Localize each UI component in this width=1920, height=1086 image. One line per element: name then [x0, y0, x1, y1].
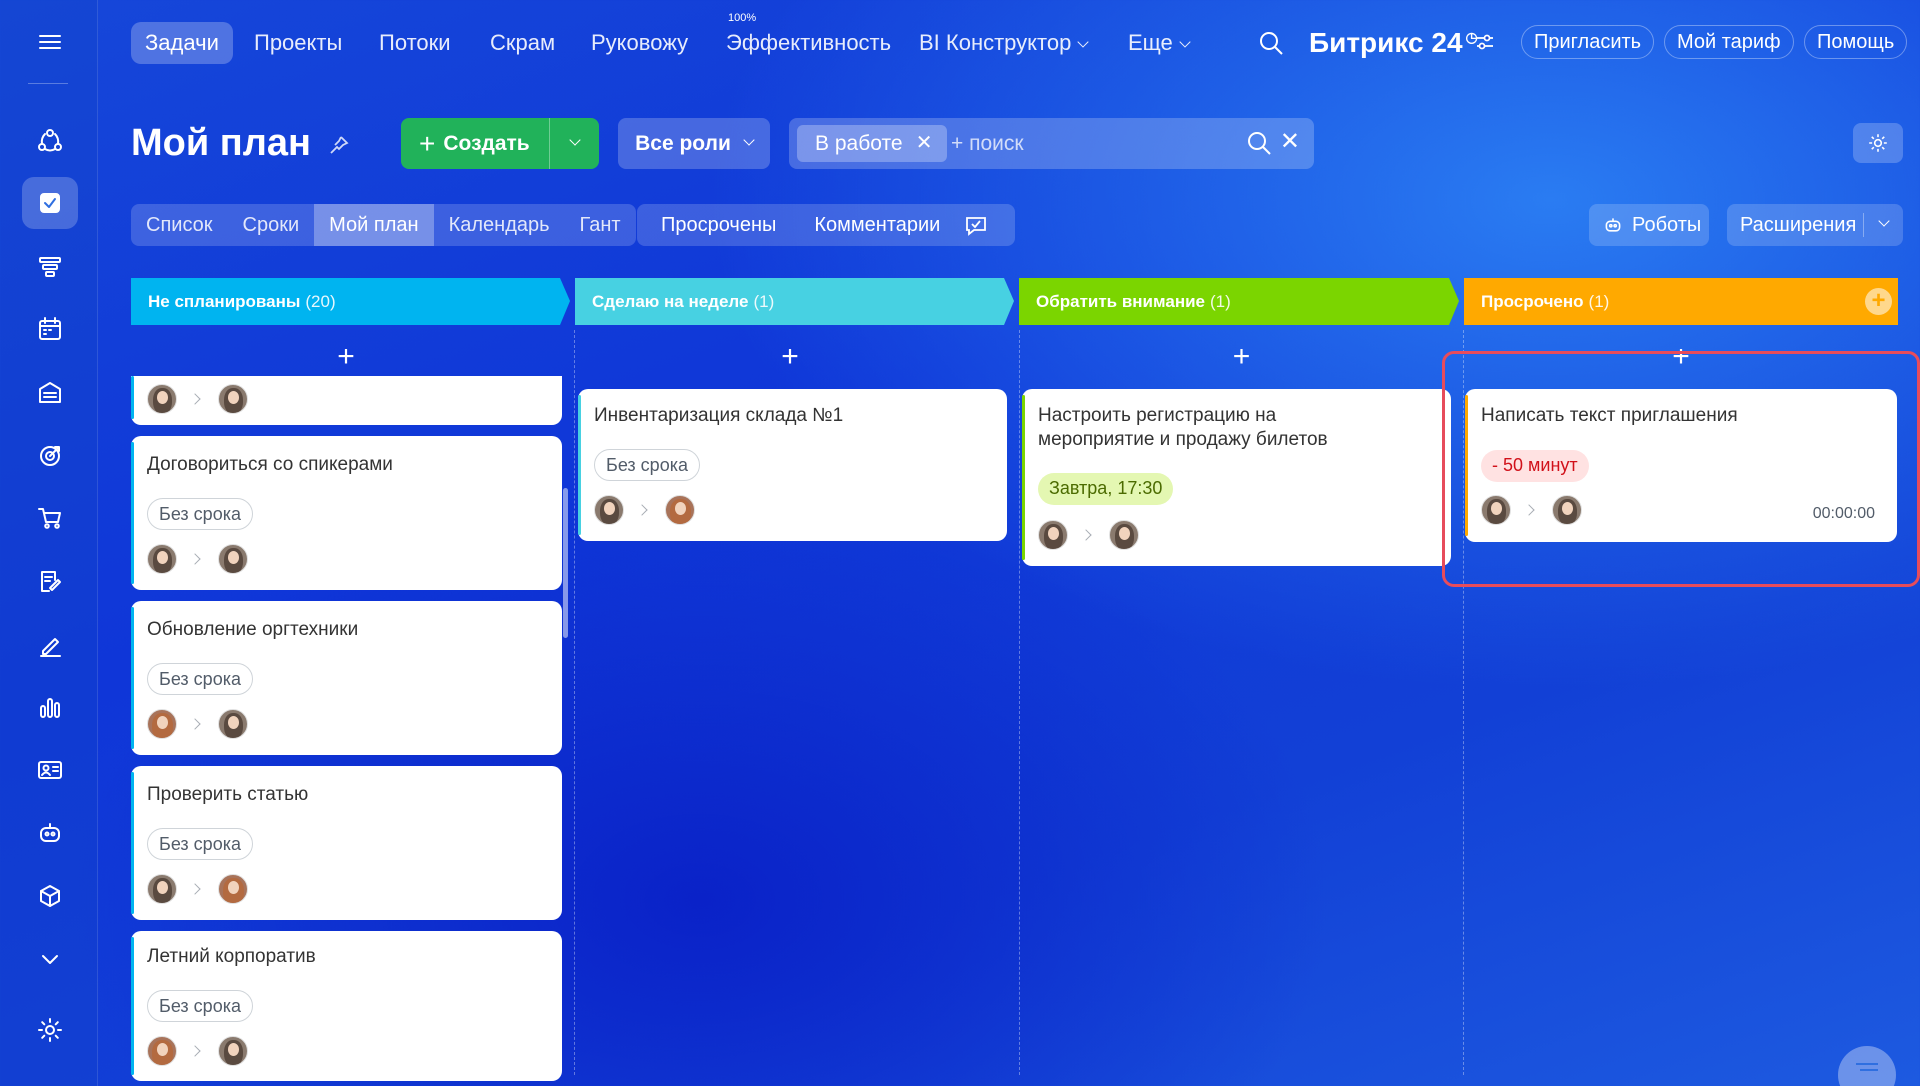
column-divider [574, 330, 575, 1075]
card-accent [578, 395, 581, 535]
avatar[interactable] [218, 874, 248, 904]
highlight-frame [1442, 351, 1920, 587]
analytics-icon[interactable] [22, 681, 78, 733]
column-count: (1) [753, 291, 775, 311]
task-card[interactable]: Летний корпоратив Без срока [131, 931, 562, 1081]
deadline-tag[interactable]: Завтра, 17:30 [1038, 473, 1174, 505]
task-title-line-2: мероприятие и продажу билетов [1038, 429, 1328, 450]
add-task-plus-icon[interactable]: + [575, 340, 1005, 374]
chevron-right-icon [189, 393, 201, 405]
list-icon [1856, 1063, 1878, 1071]
task-title[interactable]: Настроить регистрацию на мероприятие и пр… [1038, 404, 1328, 452]
avatar[interactable] [147, 1036, 177, 1066]
avatar[interactable] [1109, 520, 1139, 550]
contact-card-icon[interactable] [22, 744, 78, 796]
card-participants [594, 495, 695, 525]
column-divider [1019, 330, 1020, 1075]
task-card[interactable]: Настроить регистрацию на мероприятие и пр… [1022, 389, 1451, 566]
avatar[interactable] [218, 384, 248, 414]
task-title[interactable]: Инвентаризация склада №1 [594, 404, 843, 428]
avatar[interactable] [218, 544, 248, 574]
target-icon[interactable] [22, 429, 78, 481]
chat-button[interactable] [1838, 1046, 1896, 1086]
column-title: Не спланированы [148, 291, 301, 311]
task-card[interactable]: Договориться со спикерами Без срока [131, 436, 562, 590]
pen-icon[interactable] [22, 618, 78, 670]
column-scrollbar[interactable] [563, 488, 568, 638]
task-title[interactable]: Проверить статью [147, 783, 308, 807]
column-header-this-week[interactable]: Сделаю на неделе (1) [575, 278, 1005, 325]
card-participants [1038, 520, 1139, 550]
chevron-right-icon [636, 504, 648, 516]
card-accent [131, 607, 134, 749]
cube-icon[interactable] [22, 870, 78, 922]
avatar[interactable] [218, 709, 248, 739]
warehouse-icon[interactable] [22, 366, 78, 418]
avatar[interactable] [147, 874, 177, 904]
card-accent [131, 376, 134, 419]
column-title: Сделаю на неделе [592, 291, 749, 311]
avatar[interactable] [1038, 520, 1068, 550]
chevron-right-icon [1080, 529, 1092, 541]
task-title[interactable]: Летний корпоратив [147, 945, 316, 969]
card-participants [147, 874, 248, 904]
chevron-down-icon[interactable] [22, 933, 78, 985]
card-participants [147, 544, 248, 574]
robot-icon[interactable] [22, 807, 78, 859]
avatar[interactable] [665, 495, 695, 525]
chevron-right-icon [189, 718, 201, 730]
column-header-overdue[interactable]: Просрочено (1) [1464, 278, 1898, 325]
column-header-attention[interactable]: Обратить внимание (1) [1019, 278, 1449, 325]
deadline-tag[interactable]: Без срока [147, 663, 253, 695]
add-task-plus-icon[interactable]: + [131, 340, 561, 374]
task-card[interactable]: Проверить статью Без срока [131, 766, 562, 920]
column-count: (1) [1210, 291, 1231, 311]
chevron-right-icon [189, 1045, 201, 1057]
column-count: (1) [1588, 291, 1610, 311]
document-sign-icon[interactable] [22, 555, 78, 607]
avatar[interactable] [147, 544, 177, 574]
card-accent [131, 442, 134, 584]
avatar[interactable] [147, 709, 177, 739]
task-title-line-1: Настроить регистрацию на [1038, 405, 1277, 426]
cart-icon[interactable] [22, 492, 78, 544]
add-column-icon[interactable]: + [1865, 288, 1892, 315]
card-accent [1022, 395, 1025, 560]
task-card[interactable]: Инвентаризация склада №1 Без срока [578, 389, 1007, 541]
card-accent [131, 937, 134, 1075]
deadline-tag[interactable]: Без срока [594, 449, 700, 481]
column-header-unplanned[interactable]: Не спланированы (20) [131, 278, 561, 325]
column-title: Обратить внимание [1036, 291, 1205, 311]
task-title[interactable]: Договориться со спикерами [147, 453, 393, 477]
card-participants [147, 709, 248, 739]
card-accent [131, 772, 134, 914]
avatar[interactable] [218, 1036, 248, 1066]
settings-gear-icon[interactable] [22, 1004, 78, 1056]
add-task-plus-icon[interactable]: + [1019, 340, 1464, 374]
column-title: Просрочено [1481, 291, 1584, 311]
card-participants [147, 384, 248, 414]
chevron-right-icon [189, 883, 201, 895]
avatar[interactable] [594, 495, 624, 525]
chevron-right-icon [189, 553, 201, 565]
task-card[interactable]: Обновление оргтехники Без срока [131, 601, 562, 755]
deadline-tag[interactable]: Без срока [147, 828, 253, 860]
task-title[interactable]: Обновление оргтехники [147, 618, 358, 642]
task-card-partial[interactable] [131, 376, 562, 425]
avatar[interactable] [147, 384, 177, 414]
column-count: (20) [305, 291, 336, 311]
deadline-tag[interactable]: Без срока [147, 990, 253, 1022]
deadline-tag[interactable]: Без срока [147, 498, 253, 530]
card-participants [147, 1036, 248, 1066]
